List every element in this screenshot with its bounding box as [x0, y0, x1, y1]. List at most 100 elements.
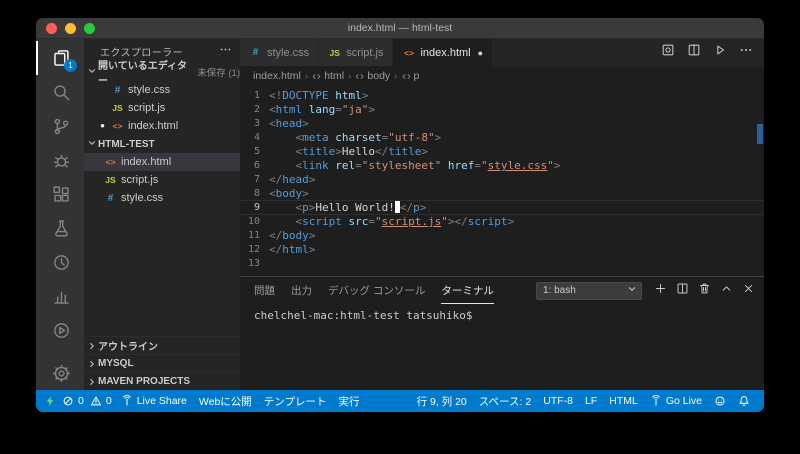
- panel-tab-問題[interactable]: 問題: [254, 277, 275, 304]
- code-line[interactable]: 12</html>: [240, 243, 764, 257]
- more-actions-button[interactable]: [739, 43, 753, 62]
- status-indentation[interactable]: スペース: 2: [473, 390, 537, 412]
- folder-file-list: <>index.htmlJSscript.js#style.css: [84, 153, 240, 207]
- sidebar-section-アウトライン[interactable]: アウトライン: [84, 336, 240, 354]
- close-window-button[interactable]: [46, 23, 57, 34]
- panel-tab-ターミナル[interactable]: ターミナル: [441, 277, 494, 304]
- open-editor-item[interactable]: ●<>index.html: [84, 117, 240, 135]
- status-feedback[interactable]: [708, 390, 732, 412]
- open-editor-item[interactable]: #style.css: [84, 81, 240, 99]
- code-line[interactable]: 4 <meta charset="utf-8">: [240, 131, 764, 145]
- activity-item-history[interactable]: [36, 245, 84, 279]
- title-bar[interactable]: index.html — html-test: [36, 18, 764, 39]
- status-live-share[interactable]: Live Share: [115, 390, 193, 412]
- activity-item-search[interactable]: [36, 75, 84, 109]
- zoom-window-button[interactable]: [84, 23, 95, 34]
- status-encoding[interactable]: UTF-8: [537, 390, 579, 412]
- code-line[interactable]: 8<body>: [240, 187, 764, 201]
- status-publish-web-label: Webに公開: [199, 394, 252, 409]
- sidebar-more-actions[interactable]: [219, 43, 232, 59]
- activity-item-manage[interactable]: [36, 356, 84, 390]
- editor-column: #style.cssJSscript.js<>index.html● index…: [240, 39, 764, 390]
- line-number: 9: [240, 201, 260, 215]
- code-line[interactable]: 1<!DOCTYPE html>: [240, 89, 764, 103]
- breadcrumb-item-html[interactable]: html: [312, 70, 344, 82]
- status-warnings[interactable]: 0: [87, 390, 115, 412]
- close-panel-button[interactable]: [742, 282, 755, 300]
- activity-item-explorer[interactable]: 1: [36, 41, 84, 75]
- line-number: 2: [240, 103, 260, 117]
- activity-item-debug[interactable]: [36, 143, 84, 177]
- split-icon: [676, 282, 689, 295]
- code-line[interactable]: 3<head>: [240, 117, 764, 131]
- code-line[interactable]: 6 <link rel="stylesheet" href="style.css…: [240, 159, 764, 173]
- code-line[interactable]: 11</body>: [240, 229, 764, 243]
- run-file-button[interactable]: [713, 43, 727, 62]
- code-line-content: <p>Hello World!</p>: [269, 201, 426, 215]
- file-label: index.html: [128, 120, 178, 132]
- breadcrumb-item-body[interactable]: body: [355, 70, 390, 82]
- code-line[interactable]: 7</head>: [240, 173, 764, 187]
- activity-item-extensions[interactable]: [36, 177, 84, 211]
- activity-item-test[interactable]: [36, 211, 84, 245]
- tree-item-style.css[interactable]: #style.css: [84, 189, 240, 207]
- status-go-live[interactable]: Go Live: [644, 390, 708, 412]
- split-terminal-button[interactable]: [676, 282, 689, 300]
- folder-header[interactable]: HTML-TEST: [84, 135, 240, 153]
- new-terminal-button[interactable]: [654, 282, 667, 300]
- code-line[interactable]: 2<html lang="ja">: [240, 103, 764, 117]
- status-publish-web[interactable]: Webに公開: [193, 390, 258, 412]
- tree-item-script.js[interactable]: JSscript.js: [84, 171, 240, 189]
- code-line[interactable]: 13: [240, 257, 764, 271]
- code-line-content: <meta charset="utf-8">: [269, 131, 441, 145]
- activity-item-source-control[interactable]: [36, 109, 84, 143]
- tab-style.css[interactable]: #style.css: [240, 39, 319, 66]
- main-area: 1 エクスプローラー 開いているエディター 未保存 (1) #style.css…: [36, 39, 764, 390]
- open-editors-header[interactable]: 開いているエディター 未保存 (1): [84, 63, 240, 81]
- tab-script.js[interactable]: JSscript.js: [319, 39, 393, 66]
- activity-item-live-share[interactable]: [36, 313, 84, 347]
- breadcrumb-separator: ›: [305, 71, 308, 82]
- tab-label: script.js: [346, 47, 383, 59]
- code-line-content: <title>Hello</title>: [269, 145, 428, 159]
- status-warnings-label: 0: [106, 395, 112, 407]
- panel-tab-出力[interactable]: 出力: [291, 277, 312, 304]
- open-editor-item[interactable]: JSscript.js: [84, 99, 240, 117]
- status-errors[interactable]: 0: [59, 390, 87, 412]
- chevright-icon: [87, 359, 97, 369]
- panel-tab-デバッグ コンソール[interactable]: デバッグ コンソール: [328, 277, 425, 304]
- code-line[interactable]: 10 <script src="script.js"></script>: [240, 215, 764, 229]
- maximize-panel-button[interactable]: [720, 282, 733, 300]
- split-editor-button[interactable]: [687, 43, 701, 62]
- breadcrumb-item-index.html[interactable]: index.html: [253, 70, 301, 82]
- sidebar-section-MAVEN PROJECTS[interactable]: MAVEN PROJECTS: [84, 372, 240, 390]
- status-bar: 00Live ShareWebに公開テンプレート実行 行 9, 列 20スペース…: [36, 390, 764, 412]
- status-cursor-position[interactable]: 行 9, 列 20: [411, 390, 473, 412]
- status-language-mode[interactable]: HTML: [603, 390, 644, 412]
- sidebar-section-MYSQL[interactable]: MYSQL: [84, 354, 240, 372]
- breadcrumb-item-p[interactable]: p: [402, 70, 420, 82]
- line-number: 3: [240, 117, 260, 131]
- window-title: index.html — html-test: [348, 22, 452, 34]
- status-cursor-position-label: 行 9, 列 20: [417, 394, 467, 409]
- terminal-output[interactable]: chelchel-mac:html-test tatsuhiko$: [240, 304, 764, 390]
- kill-terminal-button[interactable]: [698, 282, 711, 300]
- tab-index.html[interactable]: <>index.html●: [393, 39, 493, 66]
- status-run-task[interactable]: 実行: [332, 390, 365, 412]
- open-preview-button[interactable]: [661, 43, 675, 62]
- terminal-shell-select[interactable]: 1: bash: [536, 282, 642, 300]
- code-line[interactable]: 9 <p>Hello World!</p>: [240, 201, 764, 215]
- status-eol[interactable]: LF: [579, 390, 603, 412]
- code-editor[interactable]: 1<!DOCTYPE html>2<html lang="ja">3<head>…: [240, 86, 764, 276]
- tree-item-index.html[interactable]: <>index.html: [84, 153, 240, 171]
- status-template[interactable]: テンプレート: [258, 390, 333, 412]
- activity-bar: 1: [36, 39, 84, 390]
- tab-modified-dot[interactable]: ●: [478, 48, 483, 58]
- chevright-icon: [87, 377, 97, 387]
- minimize-window-button[interactable]: [65, 23, 76, 34]
- warning-icon: [90, 395, 102, 407]
- status-notifications[interactable]: [732, 390, 756, 412]
- activity-item-analytics[interactable]: [36, 279, 84, 313]
- code-line[interactable]: 5 <title>Hello</title>: [240, 145, 764, 159]
- status-remote[interactable]: [41, 390, 59, 412]
